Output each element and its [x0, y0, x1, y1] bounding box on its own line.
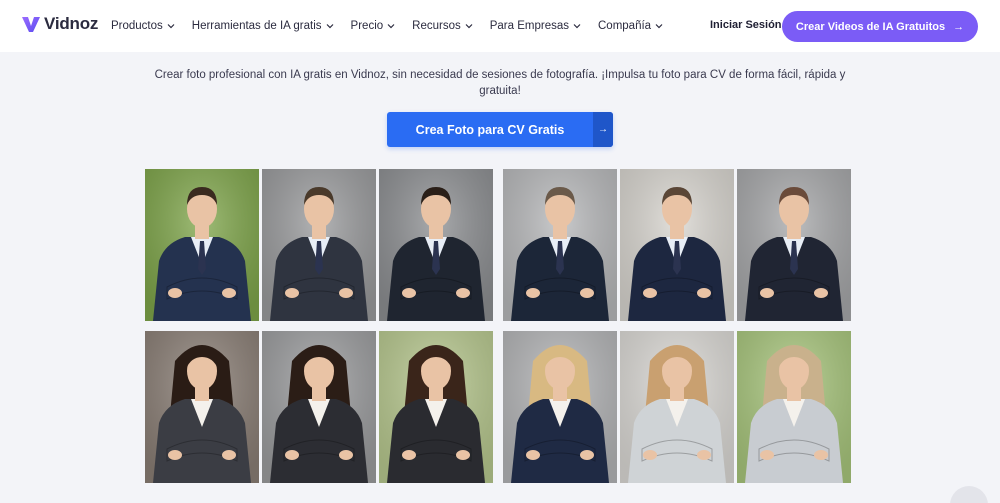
- nav-item-label: Recursos: [412, 20, 461, 32]
- chat-help-button[interactable]: [950, 486, 988, 503]
- headshot-photo[interactable]: [379, 169, 493, 321]
- headshot-photo[interactable]: [737, 331, 851, 483]
- main-nav: Productos Herramientas de IA gratis Prec…: [111, 0, 680, 52]
- vidnoz-logo-icon: [22, 17, 40, 32]
- nav-item-label: Compañía: [598, 20, 652, 32]
- chevron-down-icon: [465, 24, 473, 29]
- headshot-photo[interactable]: [503, 331, 617, 483]
- hero-subtitle: Crear foto profesional con IA gratis en …: [154, 69, 846, 97]
- vidnoz-logo[interactable]: Vidnoz: [20, 13, 98, 35]
- nav-item-para-empresas[interactable]: Para Empresas: [490, 20, 581, 32]
- nav-item-compania[interactable]: Compañía: [598, 20, 663, 32]
- nav-item-productos[interactable]: Productos: [111, 20, 175, 32]
- create-cv-photo-label: Crea Foto para CV Gratis: [415, 122, 565, 137]
- arrow-right-icon: →: [593, 112, 613, 147]
- brand-name: Vidnoz: [44, 14, 99, 33]
- nav-item-label: Productos: [111, 20, 163, 32]
- headshot-photo[interactable]: [262, 331, 376, 483]
- nav-item-label: Precio: [350, 20, 384, 32]
- chevron-down-icon: [573, 24, 581, 29]
- chevron-down-icon: [387, 24, 395, 29]
- nav-item-recursos[interactable]: Recursos: [412, 20, 473, 32]
- create-cv-photo-button[interactable]: Crea Foto para CV Gratis →: [387, 112, 613, 147]
- headshot-photo[interactable]: [379, 331, 493, 483]
- headshot-photo[interactable]: [145, 331, 259, 483]
- chevron-down-icon: [655, 24, 663, 29]
- headshot-photo[interactable]: [503, 169, 617, 321]
- login-link[interactable]: Iniciar Sesión: [710, 19, 782, 31]
- nav-item-label: Para Empresas: [489, 20, 569, 32]
- headshot-photo[interactable]: [262, 169, 376, 321]
- create-videos-button[interactable]: Crear Videos de IA Gratuitos →: [782, 11, 978, 42]
- arrow-right-icon: →: [953, 20, 965, 33]
- top-navbar: Vidnoz Productos Herramientas de IA grat…: [0, 0, 1000, 52]
- nav-item-label: Herramientas de IA gratis: [191, 20, 322, 32]
- create-videos-label: Crear Videos de IA Gratuitos: [795, 20, 946, 33]
- headshot-photo[interactable]: [620, 169, 734, 321]
- headshot-photo[interactable]: [620, 331, 734, 483]
- chevron-down-icon: [326, 24, 333, 29]
- headshot-photo[interactable]: [145, 169, 259, 321]
- nav-item-herramientas[interactable]: Herramientas de IA gratis: [192, 20, 334, 32]
- headshot-photo[interactable]: [737, 169, 851, 321]
- chevron-down-icon: [167, 24, 175, 29]
- nav-item-precio[interactable]: Precio: [351, 20, 396, 32]
